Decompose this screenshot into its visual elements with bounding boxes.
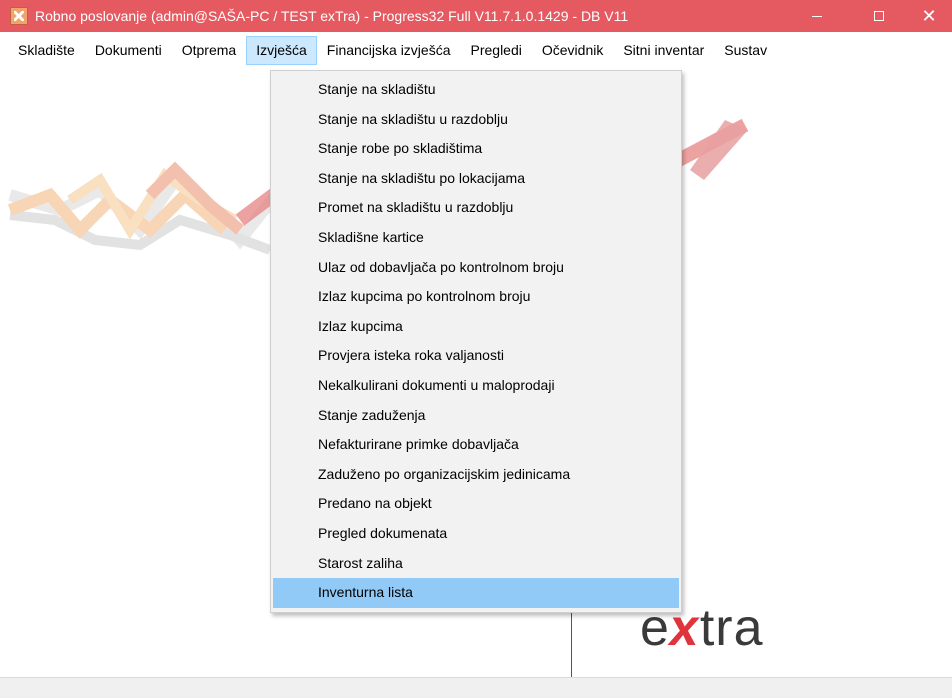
status-bar — [0, 677, 952, 698]
menu-item-stanje-po-lokacijama[interactable]: Stanje na skladištu po lokacijama — [273, 164, 679, 194]
menu-item-skladisne-kartice[interactable]: Skladišne kartice — [273, 223, 679, 253]
title-bar: Robno poslovanje (admin@SAŠA-PC / TEST e… — [0, 0, 952, 32]
menu-pregledi[interactable]: Pregledi — [461, 36, 532, 65]
menu-otprema[interactable]: Otprema — [172, 36, 246, 65]
menu-item-izlaz-kupcima[interactable]: Izlaz kupcima — [273, 312, 679, 342]
maximize-button[interactable] — [856, 0, 902, 32]
izvjesca-dropdown-menu: Stanje na skladištu Stanje na skladištu … — [270, 70, 682, 613]
menu-item-nekalkulirani-dokumenti[interactable]: Nekalkulirani dokumenti u maloprodaji — [273, 371, 679, 401]
menu-item-predano-na-objekt[interactable]: Predano na objekt — [273, 489, 679, 519]
menu-bar: Skladište Dokumenti Otprema Izvješća Fin… — [0, 32, 952, 70]
menu-item-provjera-roka[interactable]: Provjera isteka roka valjanosti — [273, 341, 679, 371]
menu-item-starost-zaliha[interactable]: Starost zaliha — [273, 549, 679, 579]
maximize-icon — [874, 11, 884, 21]
app-icon[interactable] — [10, 7, 28, 25]
menu-financijska-izvjesca[interactable]: Financijska izvješća — [317, 36, 461, 65]
menu-skladiste[interactable]: Skladište — [8, 36, 85, 65]
menu-item-nefakturirane-primke[interactable]: Nefakturirane primke dobavljača — [273, 430, 679, 460]
menu-item-zaduzeno-po-jedinicama[interactable]: Zaduženo po organizacijskim jedinicama — [273, 460, 679, 490]
menu-item-stanje-u-razdoblju[interactable]: Stanje na skladištu u razdoblju — [273, 105, 679, 135]
menu-item-stanje-po-skladistima[interactable]: Stanje robe po skladištima — [273, 134, 679, 164]
menu-dokumenti[interactable]: Dokumenti — [85, 36, 172, 65]
menu-sitni-inventar[interactable]: Sitni inventar — [613, 36, 714, 65]
menu-item-ulaz-od-dobavljaca[interactable]: Ulaz od dobavljača po kontrolnom broju — [273, 253, 679, 283]
close-button[interactable]: ✕ — [906, 0, 952, 32]
menu-item-pregled-dokumenata[interactable]: Pregled dokumenata — [273, 519, 679, 549]
window-title: Robno poslovanje (admin@SAŠA-PC / TEST e… — [35, 8, 629, 24]
menu-item-stanje-na-skladistu[interactable]: Stanje na skladištu — [273, 75, 679, 105]
minimize-icon — [812, 15, 822, 17]
menu-sustav[interactable]: Sustav — [714, 36, 777, 65]
menu-item-izlaz-po-kontrolnom-broju[interactable]: Izlaz kupcima po kontrolnom broju — [273, 282, 679, 312]
menu-ocevidnik[interactable]: Očevidnik — [532, 36, 613, 65]
close-icon: ✕ — [921, 6, 937, 26]
divider-line — [571, 605, 572, 677]
menu-item-stanje-zaduzenja[interactable]: Stanje zaduženja — [273, 401, 679, 431]
menu-item-promet-u-razdoblju[interactable]: Promet na skladištu u razdoblju — [273, 193, 679, 223]
menu-item-inventurna-lista[interactable]: Inventurna lista — [273, 578, 679, 608]
minimize-button[interactable] — [794, 0, 840, 32]
menu-izvjesca[interactable]: Izvješća — [246, 36, 317, 65]
